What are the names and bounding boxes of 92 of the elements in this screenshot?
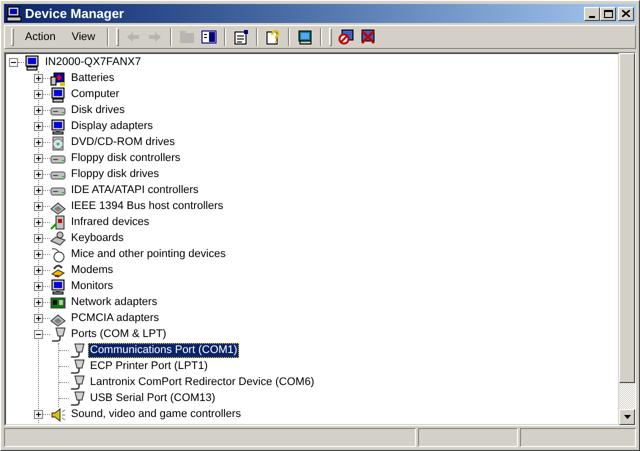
infrared-icon xyxy=(50,214,66,231)
port-connector-icon xyxy=(69,390,85,407)
expand-toggle[interactable] xyxy=(34,122,43,132)
expand-toggle[interactable] xyxy=(34,138,43,148)
menu-item[interactable]: Action xyxy=(17,28,64,46)
disable-device-icon xyxy=(338,28,354,45)
tree-item[interactable]: Floppy disk controllers xyxy=(69,151,182,166)
tree-item[interactable]: Computer xyxy=(69,87,122,102)
modem-icon xyxy=(50,262,66,279)
panel-icon xyxy=(201,28,218,45)
close-button[interactable] xyxy=(618,6,634,20)
tree-item[interactable]: Infrared devices xyxy=(69,215,152,230)
plus-icon xyxy=(36,220,41,226)
expand-toggle[interactable] xyxy=(34,410,43,420)
plus-icon xyxy=(36,76,41,82)
battery-icon xyxy=(50,70,66,87)
tree-item[interactable]: IEEE 1394 Bus host controllers xyxy=(69,199,226,214)
tree-item[interactable]: Mice and other pointing devices xyxy=(69,247,228,262)
expand-toggle[interactable] xyxy=(34,298,43,308)
folder-icon xyxy=(179,28,196,45)
minus-icon xyxy=(36,334,41,336)
close-icon xyxy=(622,10,630,17)
plus-icon xyxy=(36,108,41,114)
computer-icon xyxy=(6,6,22,22)
expand-toggle[interactable] xyxy=(34,154,43,164)
plus-icon xyxy=(36,316,41,322)
expand-toggle[interactable] xyxy=(34,282,43,292)
collapse-toggle[interactable] xyxy=(9,58,18,68)
tree-item[interactable]: Network adapters xyxy=(69,295,160,310)
expand-toggle[interactable] xyxy=(34,106,43,116)
help-icon xyxy=(265,28,282,45)
expand-toggle[interactable] xyxy=(34,202,43,212)
tree-item[interactable]: USB Serial Port (COM13) xyxy=(88,391,218,406)
maximize-icon xyxy=(604,10,612,18)
port-connector-icon xyxy=(69,358,85,375)
plus-icon xyxy=(36,140,41,146)
plus-icon xyxy=(36,236,41,242)
expand-toggle[interactable] xyxy=(34,186,43,196)
tree-item[interactable]: Disk drives xyxy=(69,103,127,118)
plus-icon xyxy=(36,252,41,258)
minus-icon xyxy=(11,62,16,64)
plus-icon xyxy=(36,188,41,194)
expand-toggle[interactable] xyxy=(34,250,43,260)
network-card-icon xyxy=(50,294,66,311)
plus-icon xyxy=(36,156,41,162)
maximize-button[interactable] xyxy=(600,6,616,20)
tree-item[interactable]: Display adapters xyxy=(69,119,155,134)
minimize-button[interactable] xyxy=(584,6,600,20)
tree-item[interactable]: IN2000-QX7FANX7 xyxy=(43,55,143,70)
tree-item[interactable]: ECP Printer Port (LPT1) xyxy=(88,359,210,374)
tree-item[interactable]: PCMCIA adapters xyxy=(69,311,162,326)
tree-item[interactable]: Modems xyxy=(69,263,116,278)
port-connector-icon xyxy=(50,326,66,343)
port-connector-icon xyxy=(69,374,85,391)
collapse-toggle[interactable] xyxy=(34,330,43,340)
plus-icon xyxy=(36,268,41,274)
tree-item[interactable]: DVD/CD-ROM drives xyxy=(69,135,177,150)
expand-toggle[interactable] xyxy=(34,218,43,228)
tree-item[interactable]: Lantronix ComPort Redirector Device (COM6) xyxy=(88,375,316,390)
plus-icon xyxy=(36,284,41,290)
menu-item[interactable]: View xyxy=(64,28,104,46)
expand-toggle[interactable] xyxy=(34,314,43,324)
plus-icon xyxy=(36,204,41,210)
plus-icon xyxy=(36,124,41,130)
plus-icon xyxy=(36,92,41,98)
tree-item[interactable]: Monitors xyxy=(69,279,116,294)
tree-item[interactable]: IDE ATA/ATAPI controllers xyxy=(69,183,201,198)
tree-item[interactable]: Ports (COM & LPT) xyxy=(69,327,168,342)
expand-toggle[interactable] xyxy=(34,90,43,100)
tree-item[interactable]: Communications Port (COM1) xyxy=(88,343,240,358)
scan-hardware-icon xyxy=(297,28,314,45)
expand-toggle[interactable] xyxy=(34,234,43,244)
tree-item[interactable]: Batteries xyxy=(69,71,116,86)
plus-icon xyxy=(36,172,41,178)
expand-toggle[interactable] xyxy=(34,74,43,84)
down-arrow-icon xyxy=(624,415,630,420)
properties-icon xyxy=(233,28,250,45)
uninstall-icon xyxy=(360,28,376,45)
minimize-icon xyxy=(589,16,595,18)
scroll-down-button[interactable] xyxy=(619,409,635,426)
port-connector-icon xyxy=(69,342,85,359)
computer-icon xyxy=(24,54,40,71)
computer-icon xyxy=(50,86,66,103)
expand-toggle[interactable] xyxy=(34,266,43,276)
window-title: Device Manager xyxy=(25,4,124,23)
tree-item[interactable]: Floppy disk drives xyxy=(69,167,162,182)
tree-item[interactable]: Sound, video and game controllers xyxy=(69,407,243,422)
plus-icon xyxy=(36,300,41,306)
tree-item[interactable]: Keyboards xyxy=(69,231,126,246)
expand-toggle[interactable] xyxy=(34,170,43,180)
mouse-icon xyxy=(50,246,66,263)
plus-icon xyxy=(36,412,41,418)
